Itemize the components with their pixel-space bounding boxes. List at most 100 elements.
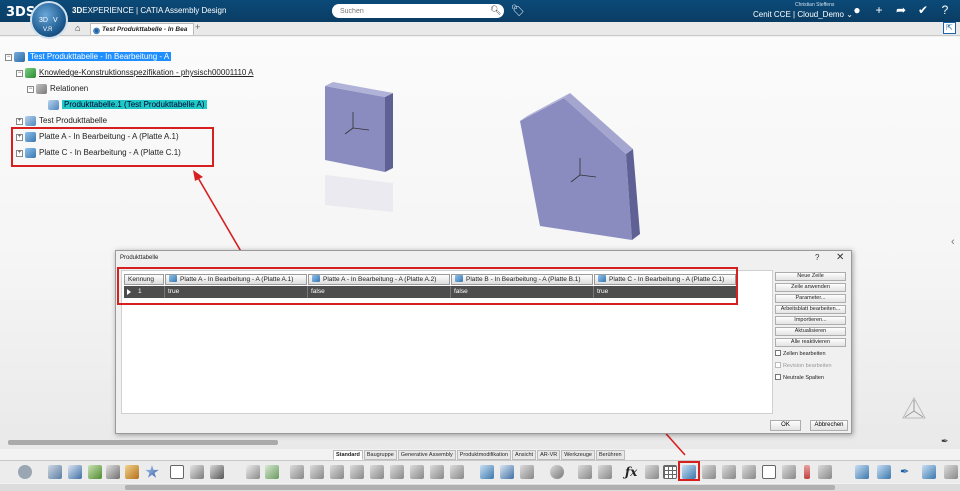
tree-node-root[interactable]: Test Produkttabelle - In Bearbeitung - A [14,51,172,63]
ok-button[interactable]: OK [770,420,801,431]
contact-icon[interactable] [290,465,304,479]
highlight-box-table [117,267,738,305]
checkbox-box [775,374,781,380]
clash-icon[interactable] [430,465,444,479]
gear-icon[interactable] [210,465,224,479]
engineering-connection-icon[interactable] [246,465,260,479]
insert-product-icon[interactable] [88,465,102,479]
help-button[interactable]: ? [815,253,819,262]
table-icon [25,115,36,126]
new-component-icon[interactable] [125,465,139,479]
compass-version-label: V.R [43,27,53,33]
compass-v-label: V [53,17,58,24]
offset-icon[interactable] [330,465,344,479]
checkbox-label: Neutrale Spalten [783,375,824,381]
tab-beruehren[interactable]: Berühren [595,450,625,460]
law-icon[interactable] [818,465,832,479]
alle-reaktivieren-button[interactable]: Alle reaktivieren [775,338,846,347]
compass-3d-label: 3D [39,17,48,24]
snap-icon[interactable] [370,465,384,479]
product-icon [14,51,25,62]
tab-ar-vr[interactable]: AR-VR [537,450,561,460]
tree-node-knowledge[interactable]: Knowledge-Konstruktionsspezifikation - p… [25,67,254,79]
tab-generative-assembly[interactable]: Generative Assembly [397,450,456,460]
table-icon[interactable] [663,465,677,479]
tree-label-knowledge: Knowledge-Konstruktionsspezifikation - p… [39,68,254,77]
close-icon[interactable]: ✕ [836,252,844,263]
relations-icon [36,83,47,94]
tree-collapse-relationen[interactable]: − [27,86,34,93]
settings-icon[interactable] [18,465,32,479]
tab-werkzeuge[interactable]: Werkzeuge [561,450,595,460]
existing-component-icon[interactable] [106,465,120,479]
dialog-title: Produkttabelle [120,255,159,261]
star-icon[interactable] [145,465,159,478]
pen-icon[interactable]: ✒ [900,465,914,479]
capture-icon[interactable] [48,465,62,479]
publish-icon[interactable] [598,465,612,479]
cancel-button[interactable]: Abbrechen [810,420,848,431]
list-icon[interactable] [782,465,796,479]
design-table-icon [48,99,59,110]
zeile-anwenden-button[interactable]: Zeile anwenden [775,283,846,292]
revision-bearbeiten-checkbox: Revision bearbeiten [775,361,847,371]
angle-icon[interactable] [350,465,364,479]
check-icon[interactable] [722,465,736,479]
pattern-icon[interactable] [480,465,494,479]
tree-label-root: Test Produkttabelle - In Bearbeitung - A [28,52,172,61]
tab-baugruppe[interactable]: Baugruppe [363,450,397,460]
neue-zeile-button[interactable]: Neue Zeile [775,272,846,281]
replace-icon[interactable] [520,465,534,479]
document-icon[interactable] [170,465,184,479]
knowledge-icon[interactable] [645,465,659,479]
arbeitsblatt-bearbeiten-button[interactable]: Arbeitsblatt bearbeiten... [775,305,846,314]
more-icon[interactable] [944,465,958,479]
measure-icon[interactable] [578,465,592,479]
compass[interactable]: 3D V V.R [30,1,68,39]
update-icon[interactable] [550,465,564,479]
product-icon[interactable] [877,465,891,479]
tree-scrollbar[interactable] [8,440,278,445]
scroll-thumb[interactable] [125,485,835,490]
tree-node-test-produkttabelle[interactable]: Test Produkttabelle [25,115,107,127]
tab-standard[interactable]: Standard [333,450,363,460]
tree-node-relationen[interactable]: Relationen [36,83,88,95]
coincidence-icon[interactable] [310,465,324,479]
pen-icon[interactable]: ✒ [941,436,949,447]
move-icon[interactable] [390,465,404,479]
copy-icon[interactable] [500,465,514,479]
structure-icon[interactable] [190,465,204,479]
section-icon[interactable] [450,465,464,479]
tab-ansicht[interactable]: Ansicht [512,450,537,460]
zellen-bearbeiten-checkbox[interactable]: Zellen bearbeiten [775,349,847,359]
fix-icon[interactable] [265,465,279,479]
checklist-icon[interactable] [762,465,776,479]
action-bar: ƒx ✒ [0,460,960,483]
window-icon[interactable] [68,465,82,479]
importieren-button[interactable]: Importieren... [775,316,846,325]
reaction-icon[interactable] [742,465,756,479]
platte-a-part [325,82,393,172]
parameter-button[interactable]: Parameter... [775,294,846,303]
chevron-left-icon[interactable]: ‹ [951,236,955,248]
tree-expand-test-produkttabelle[interactable]: + [16,118,23,125]
tab-produktmodifikation[interactable]: Produktmodifikation [456,450,512,460]
formula-icon[interactable]: ƒx [625,465,639,479]
user-tool-icon[interactable] [922,465,936,479]
aktualisieren-button[interactable]: Aktualisieren [775,327,846,336]
tree-node-produkttabelle-rel[interactable]: Produkttabelle.1 (Test Produkttabelle A) [48,99,207,111]
thermometer-icon[interactable] [804,465,810,479]
dialog-button-column: Neue Zeile Zeile anwenden Parameter... A… [775,272,847,385]
checkbox-label: Revision bearbeiten [783,363,832,369]
action-bar-scrollbar[interactable] [0,484,960,491]
neutrale-spalten-checkbox[interactable]: Neutrale Spalten [775,373,847,383]
tree-collapse-knowledge[interactable]: − [16,70,23,77]
workbench-tabs: Standard Baugruppe Generative Assembly P… [333,450,626,460]
tree-collapse-root[interactable]: − [5,54,12,61]
explode-icon[interactable] [410,465,424,479]
platte-c-part [520,93,640,240]
axis-triad-icon[interactable] [900,395,928,423]
tree-label-test-produkttabelle: Test Produkttabelle [39,116,108,125]
rule-icon[interactable] [702,465,716,479]
assembly-icon[interactable] [855,465,869,479]
